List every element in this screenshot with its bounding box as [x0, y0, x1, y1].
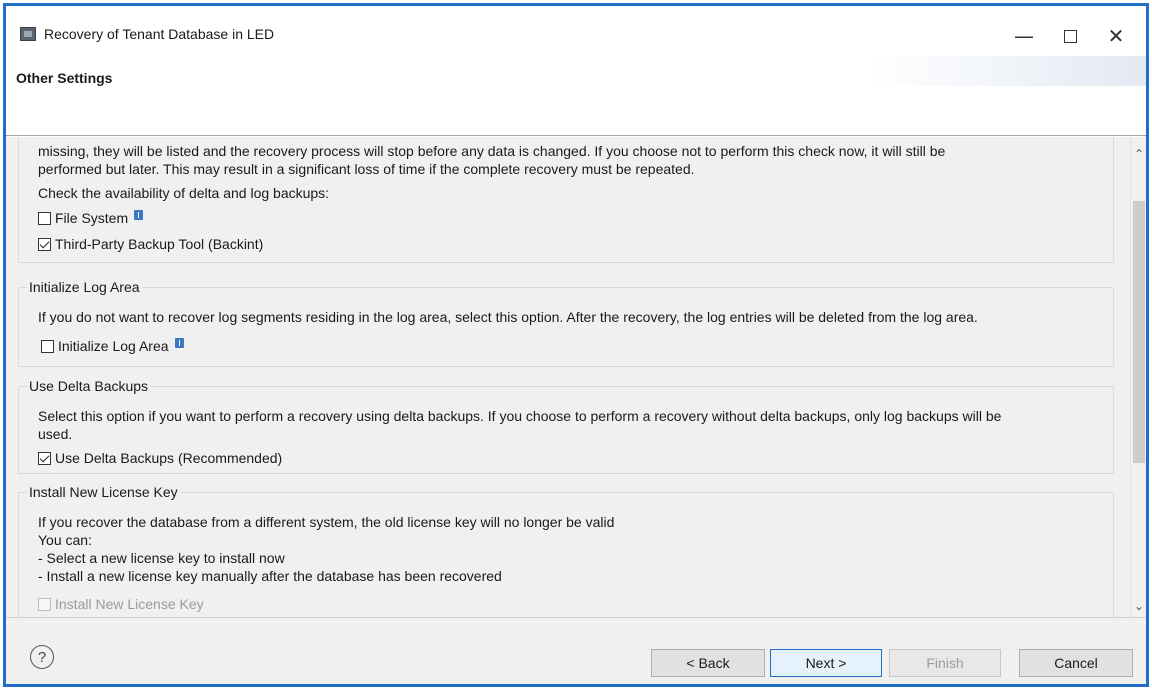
- chevron-down-icon[interactable]: ⌄: [1131, 597, 1146, 615]
- vertical-scrollbar[interactable]: ⌃ ⌄: [1130, 137, 1146, 617]
- install-license-key-group: Install New License Key If you recover t…: [18, 484, 1114, 617]
- scrollbar-thumb[interactable]: [1133, 201, 1145, 463]
- page-title: Other Settings: [16, 70, 113, 86]
- close-icon: ✕: [1107, 24, 1125, 48]
- use-delta-backups-option[interactable]: Use Delta Backups (Recommended): [38, 450, 282, 466]
- backup-check-prompt: Check the availability of delta and log …: [38, 185, 330, 201]
- help-icon[interactable]: ?: [30, 645, 54, 669]
- use-delta-backups-label: Use Delta Backups (Recommended): [55, 450, 283, 466]
- initialize-log-area-group: Initialize Log Area If you do not want t…: [18, 279, 1114, 367]
- wizard-header: Other Settings: [6, 56, 1146, 136]
- recovery-dialog: Recovery of Tenant Database in LED — ✕ O…: [3, 3, 1149, 687]
- use-delta-backups-legend: Use Delta Backups: [27, 378, 151, 394]
- backint-checkbox[interactable]: [38, 237, 51, 251]
- install-license-key-label: Install New License Key: [55, 596, 204, 612]
- use-delta-backups-description: Select this option if you want to perfor…: [38, 408, 1002, 442]
- cancel-button[interactable]: Cancel: [1019, 649, 1133, 677]
- wizard-footer: ? < Back Next > Finish Cancel: [6, 617, 1146, 684]
- finish-button: Finish: [889, 649, 1001, 677]
- backint-label: Third-Party Backup Tool (Backint): [55, 236, 264, 252]
- backup-availability-group: missing, they will be listed and the rec…: [18, 137, 1114, 263]
- initialize-log-area-legend: Initialize Log Area: [27, 279, 142, 295]
- file-system-option[interactable]: File System: [38, 210, 144, 226]
- use-delta-backups-group: Use Delta Backups Select this option if …: [18, 378, 1114, 474]
- minimize-icon: —: [1014, 24, 1034, 48]
- back-button[interactable]: < Back: [651, 649, 765, 677]
- file-system-label: File System: [55, 210, 129, 226]
- initialize-log-area-option[interactable]: Initialize Log Area: [41, 338, 184, 354]
- chevron-up-icon[interactable]: ⌃: [1131, 145, 1146, 163]
- backup-check-description: missing, they will be listed and the rec…: [38, 143, 946, 177]
- backint-option[interactable]: Third-Party Backup Tool (Backint): [38, 236, 263, 252]
- install-license-key-checkbox: [38, 597, 51, 611]
- settings-content: missing, they will be listed and the rec…: [6, 137, 1130, 617]
- next-button[interactable]: Next >: [770, 649, 882, 677]
- header-decoration: [866, 56, 1146, 86]
- minimize-button[interactable]: —: [1004, 18, 1044, 54]
- app-icon: [20, 27, 36, 41]
- maximize-icon: [1063, 29, 1077, 43]
- install-license-key-legend: Install New License Key: [27, 484, 180, 500]
- info-icon[interactable]: [134, 210, 144, 220]
- maximize-button[interactable]: [1050, 18, 1090, 54]
- initialize-log-area-checkbox[interactable]: [41, 339, 54, 353]
- file-system-checkbox[interactable]: [38, 211, 51, 225]
- info-icon[interactable]: [174, 338, 184, 348]
- close-button[interactable]: ✕: [1096, 18, 1136, 54]
- window-title: Recovery of Tenant Database in LED: [44, 26, 275, 42]
- install-license-key-option: Install New License Key: [38, 596, 204, 612]
- use-delta-backups-checkbox[interactable]: [38, 451, 51, 465]
- install-license-key-description: If you recover the database from a diffe…: [38, 514, 615, 584]
- title-bar: Recovery of Tenant Database in LED — ✕: [6, 6, 1146, 62]
- initialize-log-area-description: If you do not want to recover log segmen…: [38, 309, 978, 325]
- initialize-log-area-label: Initialize Log Area: [58, 338, 169, 354]
